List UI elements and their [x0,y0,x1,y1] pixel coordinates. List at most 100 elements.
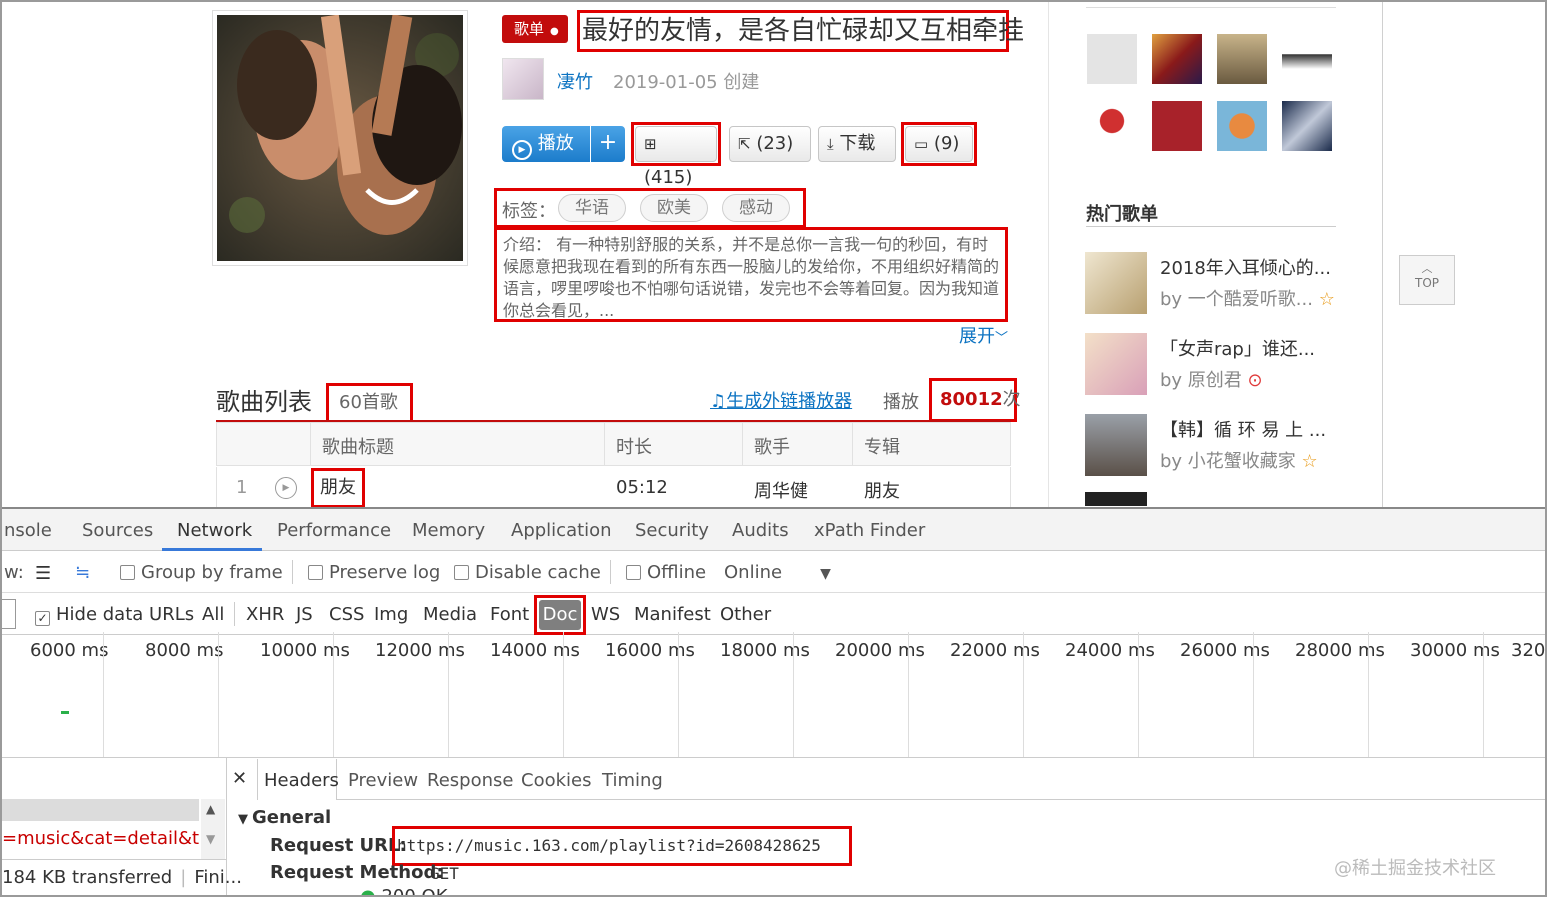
hot-playlist-author[interactable]: by 小花蟹收藏家 ☆ [1160,447,1318,473]
hot-playlist-title[interactable]: 【韩】循 环 易 上 ... [1160,416,1326,442]
chevron-down-icon: ﹀ [995,331,1009,346]
row-artist[interactable]: 周华健 [754,477,808,503]
filter-ws[interactable]: WS [591,604,620,625]
row-duration: 05:12 [616,477,668,498]
filter-doc[interactable]: Doc [539,600,581,630]
filter-js[interactable]: JS [296,604,313,625]
tab-xpath-finder[interactable]: xPath Finder [814,520,925,541]
tag-pill[interactable]: 华语 [558,194,626,222]
tab-cookies[interactable]: Cookies [521,770,591,791]
play-count: 80012次 [929,378,1021,422]
listener-avatar[interactable] [1152,101,1202,151]
filter-all[interactable]: All [202,604,224,625]
listener-avatar[interactable] [1152,34,1202,84]
tab-performance[interactable]: Performance [277,520,391,541]
tab-sources[interactable]: Sources [82,520,153,541]
listener-avatar[interactable] [1087,34,1137,84]
tab-security[interactable]: Security [635,520,709,541]
share-button[interactable]: ⇱ (23) [729,126,811,162]
playlist-cover [212,10,468,266]
tab-memory[interactable]: Memory [412,520,485,541]
close-icon[interactable]: ✕ [232,768,247,789]
collect-button[interactable]: ⊞ (415) [635,126,717,188]
row-album[interactable]: 朋友 [864,477,900,503]
request-method-label: Request Method: [270,862,444,883]
add-to-queue-button[interactable]: + [591,126,625,162]
tab-headers[interactable]: Headers [264,770,339,791]
filter-font[interactable]: Font [490,604,529,625]
download-button[interactable]: ⤓ 下载 [818,126,896,162]
hot-playlist-title[interactable]: 2018年入耳倾心的... [1160,254,1331,280]
timeline-tick-label: 26000 ms [1180,640,1270,661]
tab-network[interactable]: Network [177,520,252,541]
tag-pill[interactable]: 感动 [722,194,790,222]
request-list-header [2,799,199,821]
column-album: 专辑 [864,437,900,458]
listener-avatar[interactable] [1217,101,1267,151]
intro-box: 介绍： 有一种特别舒服的关系，并不是总你一言我一句的秒回，有时候愿意把我现在看到… [494,227,1008,322]
comment-button[interactable]: ▭ (9) [905,126,973,162]
listener-avatar[interactable] [1217,34,1267,84]
group-by-frame-checkbox[interactable]: Group by frame [120,562,283,583]
hot-playlist-title[interactable]: 「女声rap」谁还... [1160,335,1315,361]
row-play-icon[interactable]: ▶ [275,477,297,499]
hot-playlist-cover[interactable] [1085,333,1147,395]
filter-manifest[interactable]: Manifest [634,604,711,625]
external-player-link[interactable]: ♫生成外链播放器 [710,387,852,413]
tab-application[interactable]: Application [511,520,612,541]
disable-cache-checkbox[interactable]: Disable cache [454,562,601,583]
preserve-log-checkbox[interactable]: Preserve log [308,562,440,583]
status-code-row: ● 200 OK [270,886,448,895]
music-note-icon: ♫ [710,391,727,412]
tag-pill[interactable]: 欧美 [640,194,708,222]
back-to-top-button[interactable]: ︿ TOP [1399,255,1455,305]
plays-label: 播放 [883,392,919,413]
tab-timing[interactable]: Timing [602,770,663,791]
offline-checkbox[interactable]: Offline [626,562,706,583]
timeline-gridline [103,632,104,757]
play-button[interactable]: ▶ 播放 [502,126,590,162]
request-row-selected[interactable]: =music&cat=detail&typ [2,828,199,849]
filter-other[interactable]: Other [720,604,771,625]
scroll-down-icon[interactable]: ▼ [206,832,215,846]
timeline-tick-label: 22000 ms [950,640,1040,661]
creator-name[interactable]: 凄竹 [557,68,593,94]
timeline-gridline [563,632,564,757]
comment-count: (9) [933,133,960,154]
filter-input[interactable] [2,599,16,629]
scroll-up-icon[interactable]: ▲ [206,802,215,816]
timeline-tick-label: 8000 ms [145,640,224,661]
collect-icon: ⊞ [644,135,657,153]
filter-css[interactable]: CSS [329,604,364,625]
tab-preview[interactable]: Preview [348,770,418,791]
creator-avatar[interactable] [502,58,544,100]
filter-img[interactable]: Img [374,604,408,625]
tab-console[interactable]: nsole [4,520,52,541]
hot-playlist-cover[interactable] [1085,492,1147,506]
hot-playlist-cover[interactable] [1085,252,1147,314]
general-section-toggle[interactable]: ▼ General [238,807,331,828]
hide-data-urls-checkbox[interactable]: ✓ Hide data URLs [35,604,194,626]
hot-playlist-author[interactable]: by 一个酷爱听歌... ☆ [1160,285,1335,311]
hot-playlist-cover[interactable] [1085,414,1147,476]
timeline-tick-label: 12000 ms [375,640,465,661]
timeline-gridline [1138,632,1139,757]
hot-playlist-author[interactable]: by 原创君 ⊙ [1160,366,1263,392]
waterfall-icon[interactable]: ≒ [75,562,90,583]
listener-avatar[interactable] [1087,101,1137,151]
filter-media[interactable]: Media [423,604,477,625]
dropdown-arrow-icon: ▼ [820,566,831,582]
listener-avatar[interactable] [1282,101,1332,151]
filter-xhr[interactable]: XHR [246,604,284,625]
large-rows-icon[interactable]: ☰ [35,563,51,584]
listener-avatar[interactable] [1282,34,1332,84]
active-tab-indicator [162,548,262,551]
throttle-select[interactable]: Online ▼ [724,562,831,583]
share-icon: ⇱ [738,135,751,153]
expand-link[interactable]: 展开﹀ [959,322,1008,348]
column-title: 歌曲标题 [322,437,394,458]
row-song-title[interactable]: 朋友 [311,468,365,508]
triangle-down-icon: ▼ [238,812,248,827]
tab-audits[interactable]: Audits [732,520,789,541]
tab-response[interactable]: Response [427,770,513,791]
